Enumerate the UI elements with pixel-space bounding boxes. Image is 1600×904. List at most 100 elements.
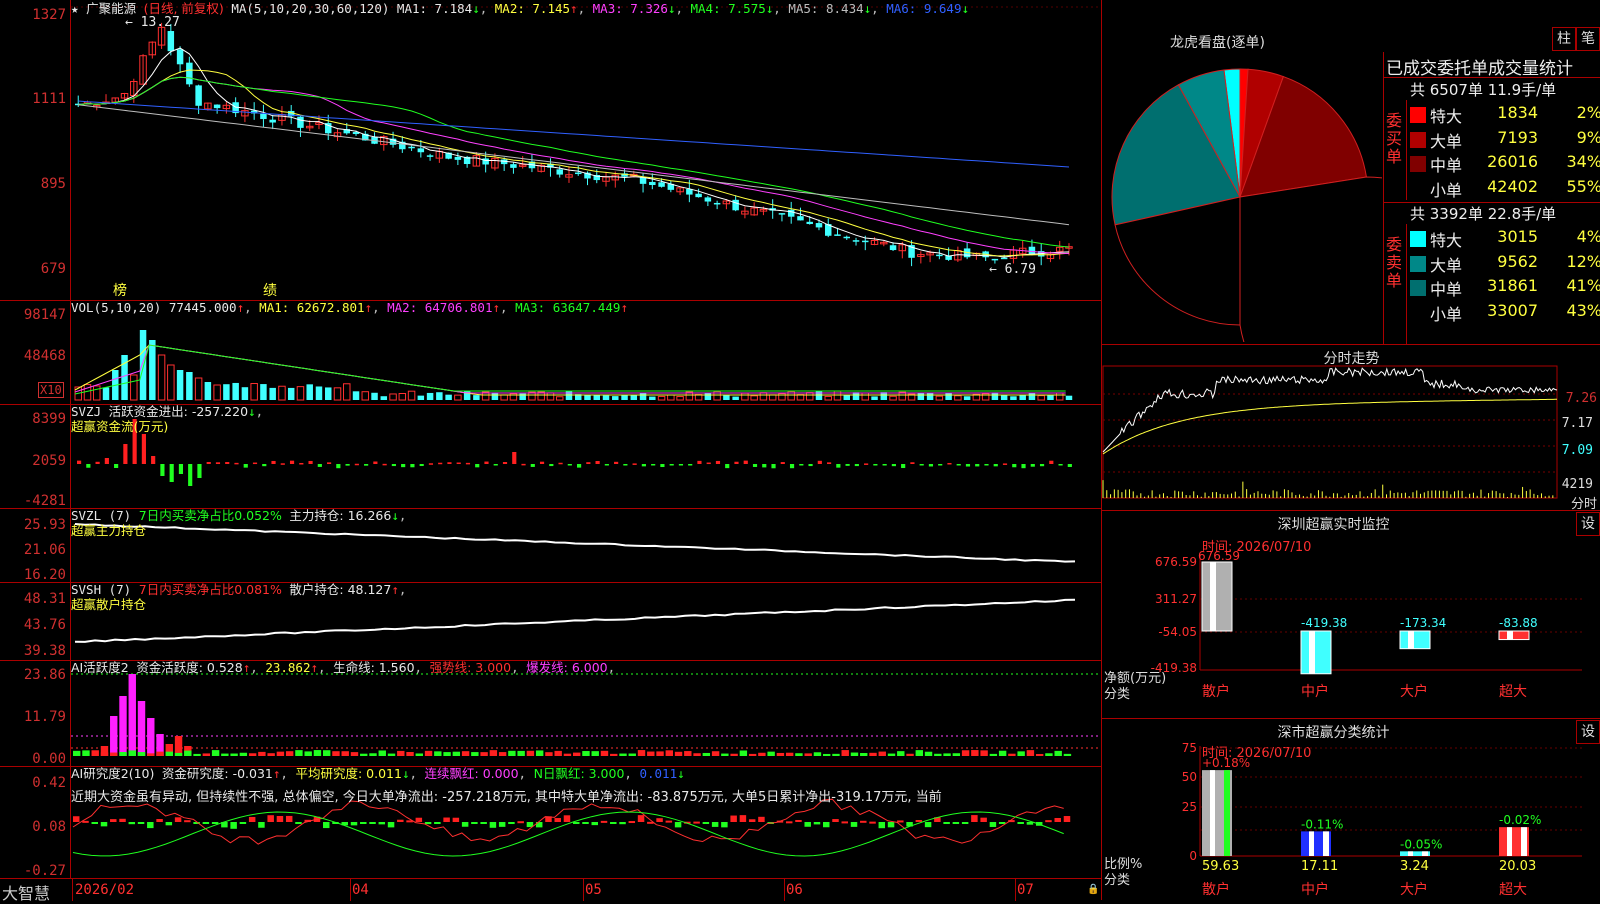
volume-bar <box>649 396 656 400</box>
flow-bar <box>447 462 452 464</box>
activity-small-bar <box>832 753 840 756</box>
svzl-pane[interactable]: SVZL (7) 7日内买卖净占比0.052% 主力持仓: 16.266↓, 超… <box>71 508 1101 583</box>
candle <box>1028 246 1036 255</box>
candlestick-pane[interactable]: ★ 广聚能源 (日线, 前复权) MA(5,10,20,30,60,120) M… <box>71 0 1101 301</box>
activity-small-bar <box>387 753 396 756</box>
flow-bar <box>86 464 91 468</box>
lock-icon[interactable]: 🔒 <box>1087 884 1099 895</box>
svzj-pane[interactable]: SVZJ 活跃资金进出: -257.220↓, 超赢资金流(万元) <box>71 404 1101 509</box>
class-bar-highlight <box>1408 851 1413 856</box>
main-axis: 1327 1111 895 679 <box>0 0 70 301</box>
volume-bar <box>250 383 258 401</box>
favorite-star-icon[interactable]: ★ <box>71 1 79 16</box>
flow-bar-highlight <box>1507 631 1513 640</box>
research-bar <box>804 822 811 827</box>
activity-small-bar <box>323 750 331 756</box>
research-bar <box>563 815 571 822</box>
candlestick-chart[interactable] <box>71 0 1101 300</box>
intraday-frame <box>1102 365 1558 499</box>
class-bar-highlight <box>1224 770 1230 856</box>
research-bar <box>887 822 895 828</box>
research-bar <box>137 822 145 824</box>
order-pie-chart[interactable] <box>1102 52 1382 342</box>
axis-label: 311.27 <box>1155 592 1197 606</box>
candle <box>778 213 786 215</box>
tick-view-button[interactable]: 笔 <box>1576 27 1600 51</box>
flow-bar <box>169 464 174 482</box>
svsh-pane[interactable]: SVSH (7) 7日内买卖净占比0.081% 散户持仓: 48.127↑, 超… <box>71 582 1101 661</box>
intraday-section[interactable]: 分时走势 7.26 7.17 7.09 4219 分时 <box>1102 344 1600 512</box>
research-bar <box>285 815 293 822</box>
research-bar <box>656 818 663 822</box>
axis-label: 676.59 <box>1155 555 1197 569</box>
axis-label: -0.27 <box>23 863 66 879</box>
ai2-c: 连续飘红: 0.000 <box>424 766 519 781</box>
longhu-mark[interactable]: 榜 <box>113 280 127 300</box>
volume-bar <box>232 382 239 400</box>
chart-area[interactable]: 1327 1111 895 679 98147 48468 X10 8399 2… <box>0 0 1101 903</box>
sz-class-section[interactable]: 深市超赢分类统计 设 时间: 2026/07/10 75 50 25 0 +0.18% 5… <box>1102 718 1600 900</box>
activity-small-bar <box>137 752 146 756</box>
research-bar <box>971 815 978 822</box>
chart-mode[interactable]: (日线, 前复权) <box>144 1 224 16</box>
volume-bar <box>454 394 462 401</box>
research-bar <box>184 820 191 823</box>
candle <box>269 119 276 123</box>
activity-small-bar <box>406 752 414 756</box>
earnings-mark[interactable]: 绩 <box>263 280 277 300</box>
flow-bar <box>993 464 998 467</box>
volume-bar <box>213 384 221 401</box>
research-bar <box>1063 816 1071 822</box>
axis-label: 98147 <box>23 307 66 323</box>
volume-bar <box>546 392 555 401</box>
research-bar <box>674 822 682 828</box>
activity-small-bar <box>813 752 822 756</box>
ai-activity-chart[interactable] <box>71 660 1101 766</box>
activity-small-bar <box>591 751 599 756</box>
ai2-header: AI研究度2(10) 资金研究度: -0.031↑, 平均研究度: 0.011↓… <box>71 766 685 781</box>
axis-label: 50 <box>1182 770 1197 784</box>
research-bar <box>619 822 626 825</box>
activity-small-bar <box>563 753 572 756</box>
category-label: 大户 <box>1400 683 1428 700</box>
activity-small-bar <box>1035 753 1044 756</box>
research-bar <box>230 822 237 829</box>
candle <box>195 85 202 106</box>
research-bar <box>517 821 524 824</box>
order-percent: 43% <box>1566 300 1600 320</box>
activity-small-bar <box>545 752 553 756</box>
flow-bar <box>262 464 267 467</box>
candle <box>732 199 739 211</box>
sz-monitor-chart[interactable]: 676.59311.27-54.05-419.38676.59散户-419.38… <box>1102 510 1600 718</box>
volume-chart[interactable] <box>71 300 1101 404</box>
axis-label: 25 <box>1182 800 1197 814</box>
order-row: 大单 9562 12% <box>1410 252 1600 275</box>
bar-view-button[interactable]: 柱 <box>1552 27 1576 51</box>
order-percent: 34% <box>1566 152 1600 171</box>
candle <box>843 236 850 239</box>
ai-activity-pane[interactable]: AI活跃度2 资金活跃度: 0.528↑, 23.862↑, 生命线: 1.56… <box>71 660 1101 767</box>
sz-monitor-section[interactable]: 深圳超赢实时监控 设 时间: 2026/07/10 676.59 311.27 -5… <box>1102 510 1600 719</box>
flow-bar <box>956 464 961 466</box>
ai-research-pane[interactable]: AI研究度2(10) 资金研究度: -0.031↑, 平均研究度: 0.011↓… <box>71 766 1101 878</box>
legend-swatch <box>1410 180 1426 197</box>
flow-bar <box>799 464 804 466</box>
ai2-e: 0.011 <box>639 766 678 781</box>
ma4-value: MA4: 7.575 <box>690 1 766 16</box>
research-bar <box>693 821 700 824</box>
volume-bar <box>306 384 313 400</box>
flow-bar <box>104 458 109 464</box>
svsh-ratio: 7日内买卖净占比0.081% <box>138 582 282 597</box>
activity-bar <box>147 718 155 756</box>
sz-class-chart[interactable]: 75 50 25 0 +0.18% 59.63 散户 -0.11% 17.11 中户 -0.05% 3… <box>1102 718 1600 900</box>
bar-value: 59.63 <box>1202 859 1239 874</box>
ai-research-chart[interactable] <box>71 766 1101 878</box>
vol-ma1: MA1: 62672.801 <box>259 300 365 315</box>
volume-pane[interactable]: VOL(5,10,20) 77445.000↑, MA1: 62672.801↑… <box>71 300 1101 405</box>
activity-small-bar <box>360 753 368 756</box>
intraday-chart[interactable] <box>1102 344 1600 510</box>
svzl-label: SVZL (7) <box>71 508 132 523</box>
category-label: 中户 <box>1301 881 1329 898</box>
research-bar <box>795 819 802 822</box>
research-bar <box>628 821 636 824</box>
